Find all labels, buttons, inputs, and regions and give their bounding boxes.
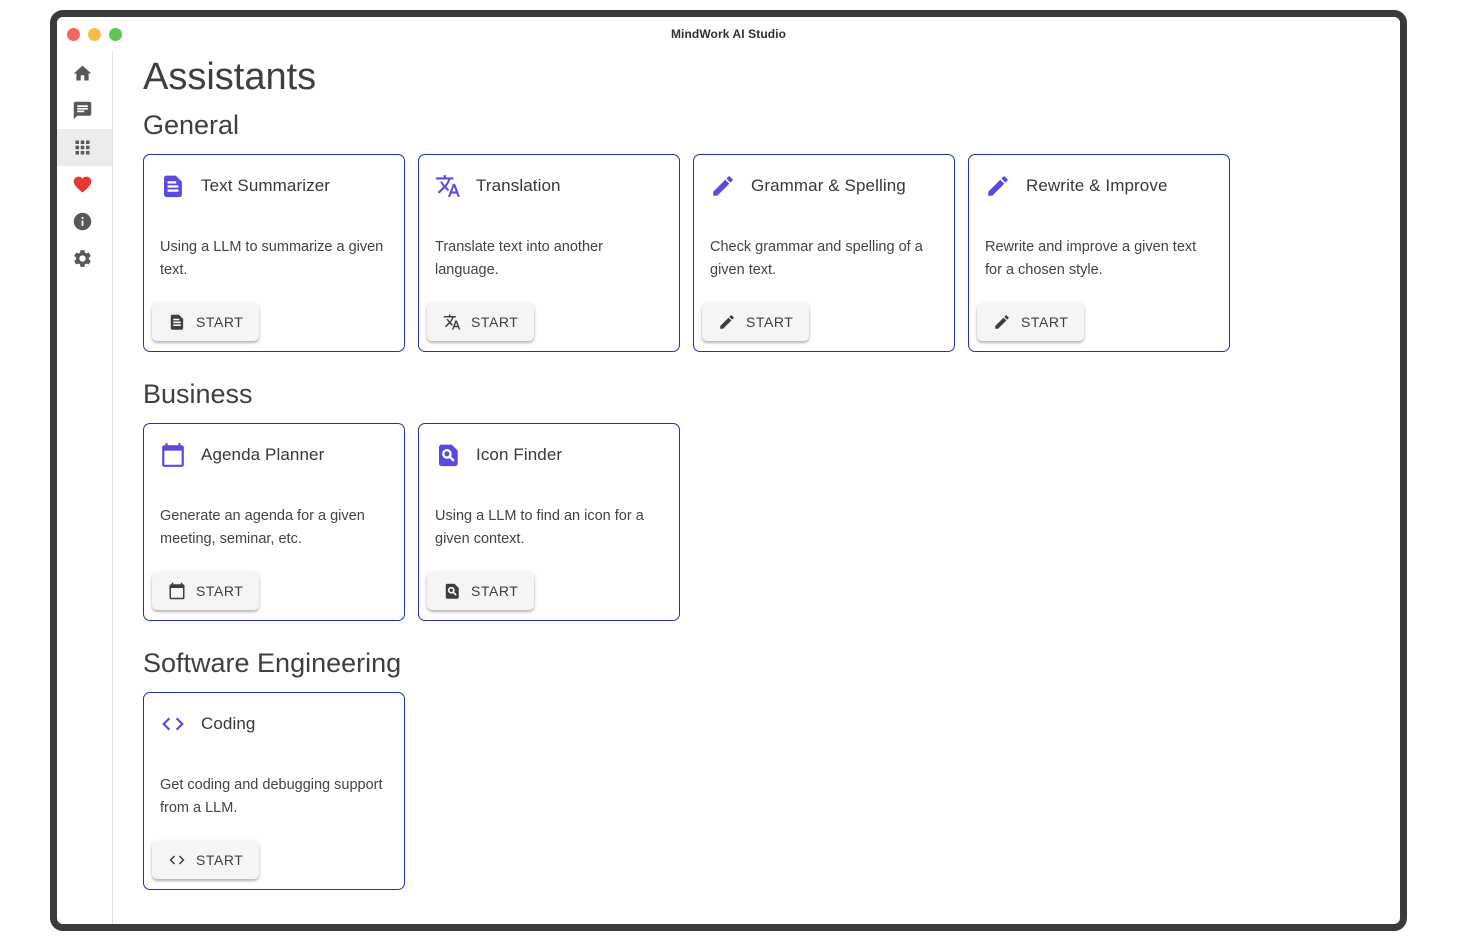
app-window: MindWork AI Studio Assistants General Tex…	[50, 10, 1407, 931]
card-actions: START	[969, 303, 1229, 351]
section-title: Software Engineering	[143, 647, 1384, 679]
code-icon	[160, 711, 186, 737]
section-title: Business	[143, 378, 1384, 410]
card-header: Rewrite & Improve	[969, 155, 1229, 199]
card-header: Grammar & Spelling	[694, 155, 954, 199]
card-description: Using a LLM to summarize a given text.	[144, 236, 404, 281]
document-icon	[160, 173, 186, 199]
translate-icon	[435, 173, 461, 199]
card-header: Coding	[144, 693, 404, 737]
card-row: Coding Get coding and debugging support f…	[143, 692, 1384, 890]
card-title: Grammar & Spelling	[751, 176, 906, 196]
start-button-label: START	[746, 314, 793, 330]
card-header: Translation	[419, 155, 679, 199]
home-icon	[72, 63, 93, 84]
apps-grid-icon	[72, 137, 93, 158]
pencil-icon	[985, 173, 1011, 199]
start-button-label: START	[471, 314, 518, 330]
card-actions: START	[144, 303, 404, 351]
start-button-label: START	[471, 583, 518, 599]
heart-icon	[72, 174, 93, 195]
card-actions: START	[694, 303, 954, 351]
sidebar	[57, 51, 113, 924]
chat-icon	[72, 100, 93, 121]
card-description: Translate text into another language.	[419, 236, 679, 281]
main-content: Assistants General Text Summarizer Using a…	[113, 51, 1400, 924]
start-button[interactable]: START	[152, 841, 259, 879]
sidebar-item-about[interactable]	[57, 203, 112, 240]
assistant-card: Coding Get coding and debugging support f…	[143, 692, 405, 890]
assistant-card: Grammar & Spelling Check grammar and spel…	[693, 154, 955, 352]
card-actions: START	[144, 841, 404, 889]
pencil-icon	[993, 313, 1011, 331]
sidebar-item-assistants[interactable]	[57, 129, 112, 166]
start-button[interactable]: START	[152, 572, 259, 610]
start-button-label: START	[196, 583, 243, 599]
card-description: Get coding and debugging support from a …	[144, 774, 404, 819]
start-button[interactable]: START	[427, 572, 534, 610]
sidebar-item-chats[interactable]	[57, 92, 112, 129]
card-title: Icon Finder	[476, 445, 562, 465]
pencil-icon	[710, 173, 736, 199]
traffic-lights	[67, 17, 122, 51]
sidebar-item-favorites[interactable]	[57, 166, 112, 203]
assistant-card: Icon Finder Using a LLM to find an icon f…	[418, 423, 680, 621]
code-icon	[168, 851, 186, 869]
titlebar: MindWork AI Studio	[57, 17, 1400, 51]
minimize-button[interactable]	[88, 28, 101, 41]
start-button-label: START	[1021, 314, 1068, 330]
icon-search-icon	[435, 442, 461, 468]
card-title: Translation	[476, 176, 561, 196]
start-button[interactable]: START	[702, 303, 809, 341]
card-title: Text Summarizer	[201, 176, 330, 196]
card-actions: START	[419, 303, 679, 351]
info-icon	[72, 211, 93, 232]
close-button[interactable]	[67, 28, 80, 41]
card-header: Icon Finder	[419, 424, 679, 468]
card-title: Agenda Planner	[201, 445, 324, 465]
card-header: Agenda Planner	[144, 424, 404, 468]
window-body: Assistants General Text Summarizer Using a…	[57, 51, 1400, 924]
card-description: Using a LLM to find an icon for a given …	[419, 505, 679, 550]
pencil-icon	[718, 313, 736, 331]
card-row: Agenda Planner Generate an agenda for a g…	[143, 423, 1384, 621]
calendar-icon	[168, 582, 186, 600]
start-button[interactable]: START	[977, 303, 1084, 341]
card-title: Coding	[201, 714, 255, 734]
assistant-card: Text Summarizer Using a LLM to summarize …	[143, 154, 405, 352]
sidebar-item-home[interactable]	[57, 55, 112, 92]
card-title: Rewrite & Improve	[1026, 176, 1168, 196]
document-icon	[168, 313, 186, 331]
assistant-sections: General Text Summarizer Using a LLM to sum…	[143, 109, 1384, 890]
card-description: Check grammar and spelling of a given te…	[694, 236, 954, 281]
start-button[interactable]: START	[427, 303, 534, 341]
assistant-card: Rewrite & Improve Rewrite and improve a g…	[968, 154, 1230, 352]
card-description: Rewrite and improve a given text for a c…	[969, 236, 1229, 281]
card-description: Generate an agenda for a given meeting, …	[144, 505, 404, 550]
assistant-card: Agenda Planner Generate an agenda for a g…	[143, 423, 405, 621]
gear-icon	[72, 248, 93, 269]
zoom-button[interactable]	[109, 28, 122, 41]
assistant-card: Translation Translate text into another l…	[418, 154, 680, 352]
sidebar-item-settings[interactable]	[57, 240, 112, 277]
start-button-label: START	[196, 314, 243, 330]
calendar-icon	[160, 442, 186, 468]
start-button-label: START	[196, 852, 243, 868]
card-actions: START	[419, 572, 679, 620]
section-title: General	[143, 109, 1384, 141]
card-header: Text Summarizer	[144, 155, 404, 199]
window-title: MindWork AI Studio	[57, 27, 1400, 41]
card-row: Text Summarizer Using a LLM to summarize …	[143, 154, 1384, 352]
page-title: Assistants	[143, 55, 1384, 99]
translate-icon	[443, 313, 461, 331]
card-actions: START	[144, 572, 404, 620]
start-button[interactable]: START	[152, 303, 259, 341]
icon-search-icon	[443, 582, 461, 600]
